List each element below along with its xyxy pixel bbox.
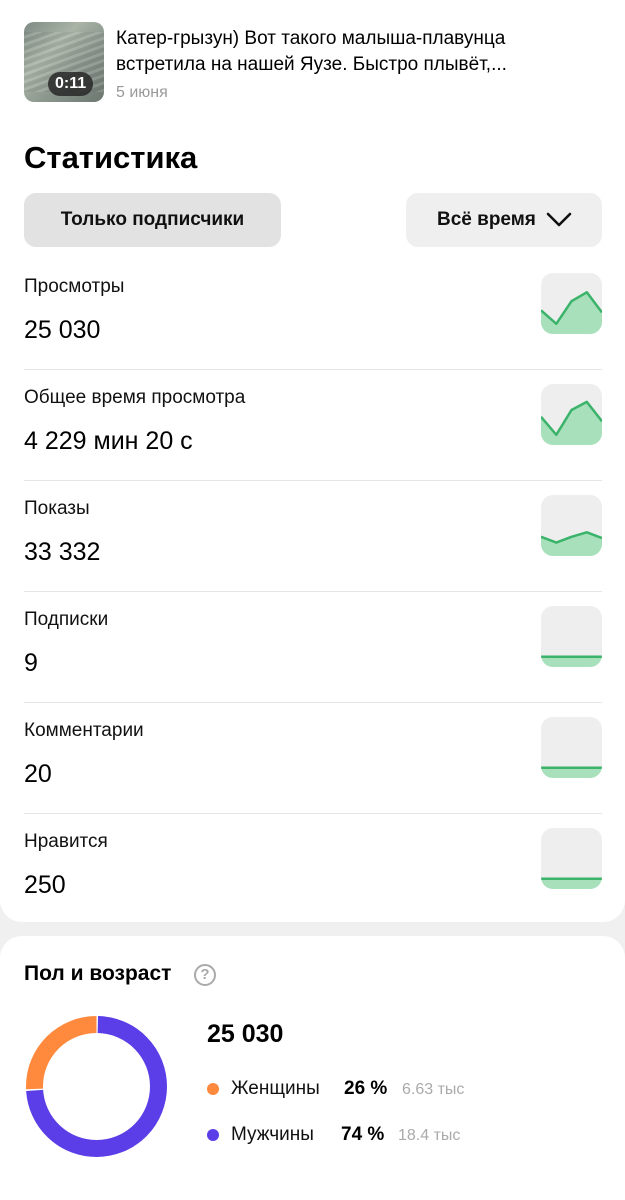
- metric-label: Общее время просмотра: [24, 387, 246, 408]
- metric-label: Комментарии: [24, 720, 144, 741]
- divider: [24, 813, 602, 814]
- demographics-total: 25 030: [207, 1020, 284, 1048]
- period-dropdown-label: Всё время: [437, 209, 536, 230]
- sparkline-chart: [541, 606, 602, 667]
- video-thumbnail[interactable]: 0:11: [24, 22, 104, 102]
- sparkline-chart: [541, 384, 602, 445]
- metric-value: 9: [24, 649, 38, 677]
- legend-men-label: Мужчины: [231, 1124, 314, 1145]
- legend-men-percent: 74 %: [341, 1124, 385, 1145]
- video-date: 5 июня: [116, 84, 168, 101]
- demographics-card: Пол и возраст ? 25 030 Женщины 26 % 6.63…: [0, 936, 625, 1200]
- divider: [24, 369, 602, 370]
- stats-card: 0:11 Катер-грызун) Вот такого малыша-пла…: [0, 0, 625, 922]
- sparkline-chart: [541, 495, 602, 556]
- metric-label: Просмотры: [24, 276, 125, 297]
- legend-men-count: 18.4 тыс: [398, 1127, 461, 1144]
- metric-label: Подписки: [24, 609, 109, 630]
- divider: [24, 480, 602, 481]
- subscribers-only-filter[interactable]: Только подписчики: [24, 193, 281, 247]
- sparkline-chart: [541, 717, 602, 778]
- sparkline-area: [541, 767, 602, 778]
- video-title-line-1: Катер-грызун) Вот такого малыша-плавунца: [116, 28, 506, 49]
- video-duration: 0:11: [48, 72, 94, 96]
- video-title-line-2: встретила на нашей Яузе. Быстро плывёт,.…: [116, 54, 507, 75]
- metric-row[interactable]: Подписки 9: [24, 605, 602, 716]
- sparkline-chart: [541, 828, 602, 889]
- metric-value: 250: [24, 871, 66, 899]
- gender-donut-chart: [26, 1016, 167, 1157]
- metric-row[interactable]: Просмотры 25 030: [24, 272, 602, 383]
- sparkline-chart: [541, 273, 602, 334]
- divider: [24, 702, 602, 703]
- metric-value: 33 332: [24, 538, 101, 566]
- metric-row[interactable]: Нравится 250: [24, 827, 602, 938]
- video-title: Катер-грызун) Вот такого малыша-плавунца…: [116, 26, 586, 78]
- legend-women-count: 6.63 тыс: [402, 1081, 465, 1098]
- metric-row[interactable]: Общее время просмотра 4 229 мин 20 с: [24, 383, 602, 494]
- women-color-dot: [207, 1083, 219, 1095]
- video-header[interactable]: 0:11 Катер-грызун) Вот такого малыша-пла…: [24, 22, 604, 104]
- legend-women-percent: 26 %: [344, 1078, 388, 1099]
- chevron-down-icon: [546, 212, 572, 227]
- metric-label: Нравится: [24, 831, 108, 852]
- metric-value: 20: [24, 760, 52, 788]
- metric-label: Показы: [24, 498, 90, 519]
- stats-title: Статистика: [24, 140, 198, 175]
- metric-value: 4 229 мин 20 с: [24, 427, 193, 455]
- sparkline-area: [541, 656, 602, 667]
- legend-women-label: Женщины: [231, 1078, 320, 1099]
- metric-value: 25 030: [24, 316, 101, 344]
- metric-row[interactable]: Показы 33 332: [24, 494, 602, 605]
- men-color-dot: [207, 1129, 219, 1141]
- metric-row[interactable]: Комментарии 20: [24, 716, 602, 827]
- question-circle-icon[interactable]: ?: [194, 964, 216, 986]
- divider: [24, 591, 602, 592]
- sparkline-area: [541, 878, 602, 889]
- demographics-title: Пол и возраст: [24, 962, 172, 985]
- period-dropdown[interactable]: Всё время: [406, 193, 602, 247]
